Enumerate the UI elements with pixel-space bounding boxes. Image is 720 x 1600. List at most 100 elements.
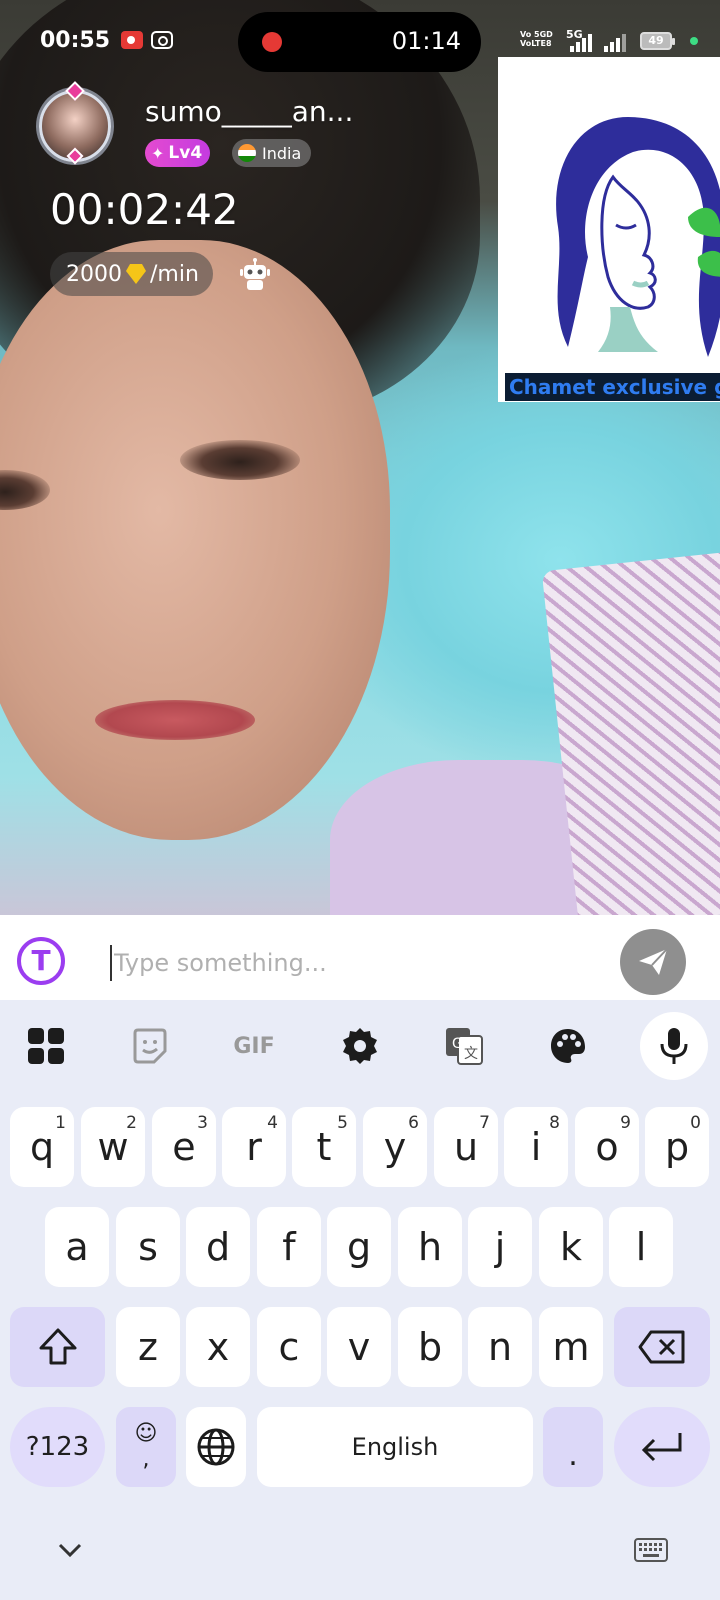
key-number-hint: 7 xyxy=(479,1113,490,1133)
globe-icon xyxy=(197,1428,235,1466)
key-number-hint: 5 xyxy=(337,1113,348,1133)
key-x[interactable]: x xyxy=(186,1307,250,1387)
sparkle-icon: ✦ xyxy=(151,143,165,163)
paper-plane-icon xyxy=(639,948,668,975)
key-t[interactable]: t5 xyxy=(292,1107,356,1187)
country-badge: India xyxy=(232,139,312,167)
video-eye-shape xyxy=(180,440,300,480)
key-f[interactable]: f xyxy=(257,1207,321,1287)
period-key[interactable]: . xyxy=(543,1407,603,1487)
key-j[interactable]: j xyxy=(468,1207,532,1287)
key-s[interactable]: s xyxy=(116,1207,180,1287)
microphone-icon[interactable] xyxy=(640,1012,708,1080)
key-c[interactable]: c xyxy=(257,1307,321,1387)
call-timer: 01:14 xyxy=(391,27,461,55)
palette-icon[interactable] xyxy=(538,1016,598,1076)
key-z[interactable]: z xyxy=(116,1307,180,1387)
key-number-hint: 2 xyxy=(126,1113,137,1133)
key-label: u xyxy=(453,1125,479,1169)
key-label: o xyxy=(595,1125,619,1169)
screen-record-icon xyxy=(121,31,143,49)
enter-key[interactable] xyxy=(614,1407,710,1487)
key-label: w xyxy=(97,1125,129,1169)
level-badge: ✦ Lv4 xyxy=(145,139,211,167)
key-number-hint: 9 xyxy=(620,1113,631,1133)
key-label: q xyxy=(29,1125,55,1169)
promo-ad-caption[interactable]: Chamet exclusive gro xyxy=(505,373,720,401)
apps-grid-icon[interactable] xyxy=(16,1016,76,1076)
key-label: e xyxy=(172,1125,196,1169)
country-label: India xyxy=(262,143,302,163)
message-input-bar: T xyxy=(0,915,720,1000)
key-m[interactable]: m xyxy=(539,1307,603,1387)
level-label: Lv4 xyxy=(168,143,203,163)
enter-arrow-icon xyxy=(641,1433,682,1462)
settings-gear-icon[interactable] xyxy=(330,1016,390,1076)
gif-button[interactable]: GIF xyxy=(224,1016,284,1076)
key-u[interactable]: u7 xyxy=(434,1107,498,1187)
privacy-indicator-dot xyxy=(690,37,698,45)
battery-icon: 49 xyxy=(640,32,675,50)
message-input[interactable] xyxy=(110,945,590,981)
call-duration: 00:02:42 xyxy=(50,185,239,234)
key-v[interactable]: v xyxy=(327,1307,391,1387)
video-lips-shape xyxy=(95,700,255,740)
key-k[interactable]: k xyxy=(539,1207,603,1287)
key-e[interactable]: e3 xyxy=(152,1107,216,1187)
key-h[interactable]: h xyxy=(398,1207,462,1287)
keyboard-switch-icon[interactable] xyxy=(634,1538,668,1562)
key-label: t xyxy=(316,1125,332,1169)
key-label: i xyxy=(530,1125,542,1169)
key-number-hint: 3 xyxy=(197,1113,208,1133)
key-r[interactable]: r4 xyxy=(222,1107,286,1187)
key-o[interactable]: o9 xyxy=(575,1107,639,1187)
key-w[interactable]: w2 xyxy=(81,1107,145,1187)
key-l[interactable]: l xyxy=(609,1207,673,1287)
sticker-icon[interactable] xyxy=(120,1016,180,1076)
shift-key[interactable] xyxy=(10,1307,105,1387)
key-y[interactable]: y6 xyxy=(363,1107,427,1187)
network-label-text: Vo 5GD VoLTE8 xyxy=(520,30,553,48)
key-n[interactable]: n xyxy=(468,1307,532,1387)
svg-text:文: 文 xyxy=(464,1046,478,1062)
key-number-hint: 4 xyxy=(267,1113,278,1133)
robot-icon[interactable] xyxy=(238,258,272,292)
rate-unit: /min xyxy=(150,261,199,287)
key-label: p xyxy=(664,1125,690,1169)
recording-dot-icon xyxy=(262,32,282,52)
rate-value: 2000 xyxy=(66,261,122,287)
translate-icon[interactable]: G 文 xyxy=(434,1016,494,1076)
language-globe-key[interactable] xyxy=(186,1407,246,1487)
video-face-shape xyxy=(0,240,390,840)
key-a[interactable]: a xyxy=(45,1207,109,1287)
key-number-hint: 6 xyxy=(408,1113,419,1133)
promo-ad-card[interactable] xyxy=(498,57,720,402)
signal-strength-icon xyxy=(570,32,592,52)
network-label-volte: Vo 5GD VoLTE8 xyxy=(520,30,553,48)
key-number-hint: 1 xyxy=(55,1113,66,1133)
key-p[interactable]: p0 xyxy=(645,1107,709,1187)
key-number-hint: 0 xyxy=(690,1113,701,1133)
key-b[interactable]: b xyxy=(398,1307,462,1387)
call-status-pill[interactable]: 01:14 xyxy=(238,12,481,72)
space-key[interactable]: English xyxy=(257,1407,533,1487)
emoji-comma-key[interactable]: ☺ , xyxy=(116,1407,176,1487)
symbols-key[interactable]: ?123 xyxy=(10,1407,105,1487)
translate-t-icon[interactable]: T xyxy=(17,937,65,985)
key-q[interactable]: q1 xyxy=(10,1107,74,1187)
key-g[interactable]: g xyxy=(327,1207,391,1287)
caller-username[interactable]: sumo_____an... xyxy=(145,95,353,128)
key-number-hint: 8 xyxy=(549,1113,560,1133)
key-d[interactable]: d xyxy=(186,1207,250,1287)
backspace-key[interactable] xyxy=(614,1307,710,1387)
send-button[interactable] xyxy=(620,929,686,995)
key-i[interactable]: i8 xyxy=(504,1107,568,1187)
india-flag-icon xyxy=(238,144,256,162)
signal-strength-icon xyxy=(604,32,626,52)
keyboard-hide-chevron-icon[interactable] xyxy=(56,1540,84,1560)
camera-indicator-icon xyxy=(151,31,173,49)
backspace-icon xyxy=(638,1330,685,1364)
key-label: r xyxy=(246,1125,262,1169)
diamond-icon xyxy=(126,264,146,284)
woman-portrait-logo-icon xyxy=(556,117,720,357)
